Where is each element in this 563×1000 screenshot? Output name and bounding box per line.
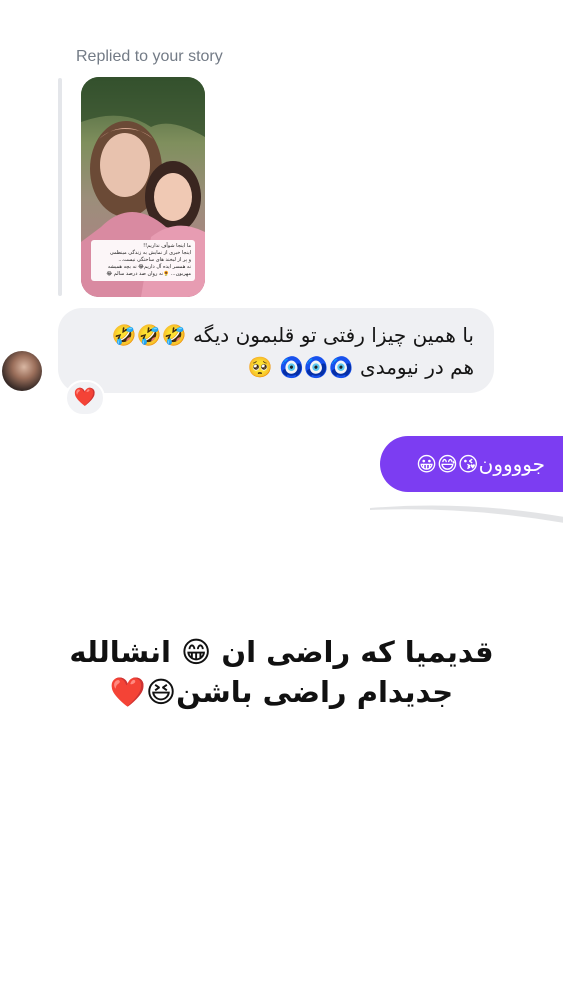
overlay-caption-line: قدیمیا که راضی ان 😁 انشالله [69, 635, 494, 669]
incoming-message-bubble[interactable]: با همین چیزا رفتی تو قلبمون دیگه 🤣🤣🤣 هم … [58, 308, 494, 393]
heart-reaction[interactable]: ❤️ [65, 380, 105, 416]
story-caption-line: نه همسر ایده آل داریم😂 نه بچه همیشه [107, 264, 191, 270]
story-thumbnail[interactable]: ما اینجا شوآف نداریم!! اینجا خبری از نما… [81, 77, 205, 297]
overlay-caption: قدیمیا که راضی ان 😁 انشالله جدیدام راضی … [40, 632, 523, 712]
outgoing-message-bubble[interactable]: جوووون😘😅😀 [380, 436, 563, 492]
replied-to-story-label: Replied to your story [76, 48, 223, 65]
reply-quote-bar [58, 78, 62, 296]
page-fold-shadow [370, 505, 563, 523]
story-caption-line: اینجا خبری از نمایش به زندگی مینظمی [109, 250, 191, 256]
story-caption-line: مهربون... 🌻نه روان صد درصد سالم 😂 [106, 271, 191, 277]
incoming-message-line: با همین چیزا رفتی تو قلبمون دیگه 🤣🤣🤣 [111, 323, 474, 347]
story-caption: ما اینجا شوآف نداریم!! اینجا خبری از نما… [91, 240, 195, 281]
sender-avatar[interactable] [2, 351, 42, 391]
story-caption-line: و پر از لبخند های ساختگی نیست... [118, 257, 191, 263]
incoming-message-line: هم در نیومدی 🧿🧿🧿 🥺 [247, 355, 474, 379]
story-caption-line: ما اینجا شوآف نداریم!! [143, 243, 191, 249]
dm-conversation-screen: Replied to your story ما اینجا شوآف ندار… [0, 0, 563, 1000]
overlay-caption-line: جدیدام راضی باشن😆❤️ [109, 675, 454, 709]
